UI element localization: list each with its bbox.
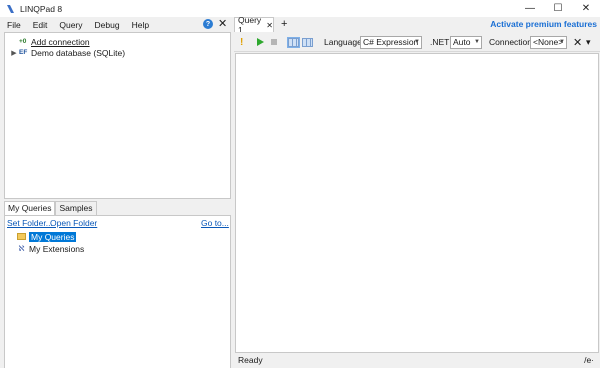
menu-query[interactable]: Query — [52, 20, 87, 30]
connection-label: Connection — [489, 37, 533, 47]
language-select[interactable]: C# Expression ▼ — [360, 36, 422, 49]
net-label: .NET — [430, 37, 450, 47]
add-connection-link[interactable]: Add connection — [31, 37, 90, 47]
list-item-my-extensions[interactable]: ℵ My Extensions — [17, 243, 85, 254]
status-bar: Ready /e· — [234, 353, 600, 368]
net-select[interactable]: Auto ▼ — [450, 36, 482, 49]
query-editor[interactable] — [235, 53, 599, 353]
help-icon[interactable]: ? — [203, 19, 213, 29]
tab-my-queries[interactable]: My Queries — [4, 201, 56, 215]
close-tab-icon[interactable]: ✕ — [266, 21, 273, 30]
menu-debug[interactable]: Debug — [88, 20, 125, 30]
set-folder-link[interactable]: Set Folder... — [7, 218, 53, 228]
my-extensions-label: My Extensions — [29, 243, 85, 254]
activate-premium-link[interactable]: Activate premium features — [490, 17, 597, 32]
chevron-down-icon: ▼ — [474, 39, 480, 45]
run-icon[interactable] — [257, 32, 264, 52]
results-grid-icon[interactable] — [287, 32, 300, 52]
tab-samples[interactable]: Samples — [55, 201, 97, 215]
status-indicator: /e· — [584, 355, 594, 365]
chevron-down-icon: ▼ — [414, 39, 420, 45]
goto-link[interactable]: Go to... — [201, 218, 229, 228]
title-bar: LINQPad 8 — ☐ ✕ — [0, 0, 600, 17]
query-tab-bar: Query 1 ✕ + Activate premium features — [234, 15, 600, 35]
add-connection-row[interactable]: +0 Add connection — [9, 36, 90, 47]
ef-icon: EF — [19, 49, 28, 56]
tab-query-1[interactable]: Query 1 ✕ — [234, 15, 274, 35]
open-folder-link[interactable]: Open Folder — [50, 218, 97, 228]
panel-splitter[interactable] — [232, 17, 234, 368]
menu-file[interactable]: File — [0, 20, 26, 30]
menu-bar: File Edit Query Debug Help ? ✕ — [0, 17, 232, 32]
list-item-my-queries[interactable]: My Queries — [17, 231, 77, 242]
language-label: Language — [324, 37, 362, 47]
close-connection-icon[interactable]: ✕ — [573, 32, 582, 52]
status-text: Ready — [238, 355, 263, 365]
my-queries-panel: Set Folder... Open Folder Go to... My Qu… — [4, 215, 231, 368]
maximize-button[interactable]: ☐ — [544, 0, 572, 17]
connections-panel: +0 Add connection ▶ EF Demo database (SQ… — [4, 32, 231, 199]
query-toolbar: ! Language C# Expression ▼ .NET Auto ▼ Con… — [234, 32, 600, 52]
connection-select[interactable]: <None> ▼ — [530, 36, 567, 49]
menu-help[interactable]: Help — [125, 20, 154, 30]
demo-database-label: Demo database (SQLite) — [31, 47, 126, 58]
window-title: LINQPad 8 — [20, 3, 63, 14]
add-connection-icon: +0 — [19, 38, 27, 45]
language-value: C# Expression — [363, 37, 419, 47]
left-tabs: My Queries Samples — [4, 201, 97, 215]
stop-icon[interactable] — [271, 32, 277, 52]
linqpad-logo-icon — [7, 4, 14, 13]
add-tab-icon[interactable]: + — [281, 17, 287, 32]
menu-edit[interactable]: Edit — [26, 20, 53, 30]
demo-database-row[interactable]: ▶ EF Demo database (SQLite) — [9, 47, 125, 58]
close-panel-icon[interactable]: ✕ — [218, 17, 227, 32]
minimize-button[interactable]: — — [516, 0, 544, 17]
more-options-icon[interactable]: ▾ — [586, 32, 591, 52]
folder-icon — [17, 233, 26, 240]
results-table-icon[interactable] — [302, 32, 313, 52]
expand-arrow-icon[interactable]: ▶ — [9, 49, 19, 57]
net-value: Auto — [453, 37, 471, 47]
chevron-down-icon: ▼ — [559, 39, 565, 45]
my-queries-label: My Queries — [29, 231, 77, 242]
extensions-icon: ℵ — [18, 244, 25, 253]
warning-icon[interactable]: ! — [240, 32, 243, 52]
close-window-button[interactable]: ✕ — [572, 0, 600, 17]
